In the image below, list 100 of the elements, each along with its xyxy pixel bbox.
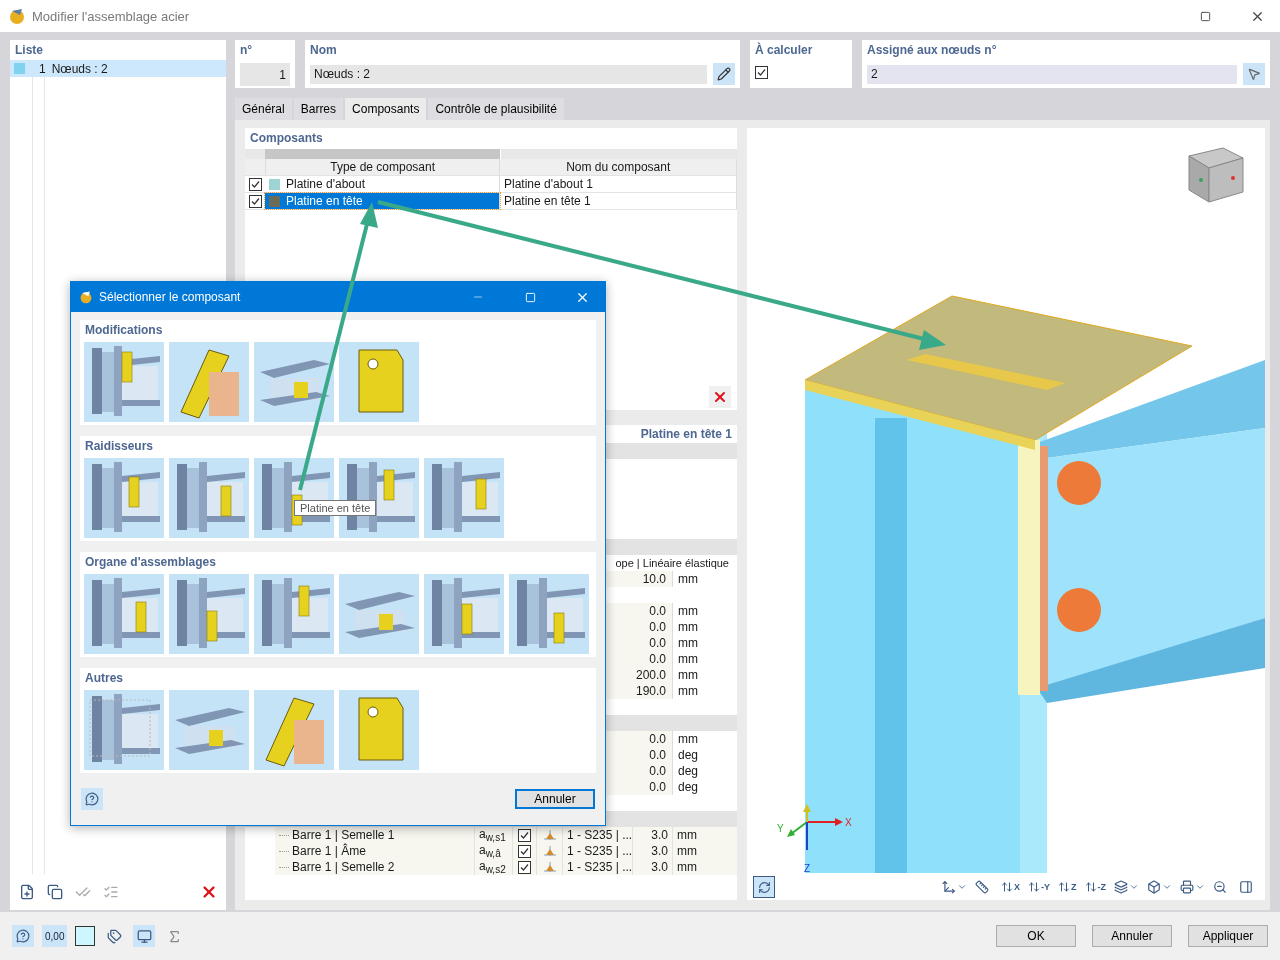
unit-label: mm	[677, 619, 699, 635]
view-direction-button[interactable]: -Y	[1026, 876, 1052, 898]
decimals-button[interactable]: 0,00	[42, 925, 68, 947]
delete-button[interactable]	[709, 386, 731, 408]
field-label: Assigné aux nœuds n°	[867, 42, 998, 58]
app-logo-icon	[8, 7, 26, 25]
axes-icon	[942, 880, 956, 894]
component-tile[interactable]	[339, 342, 419, 422]
list-item[interactable]: 1 Nœuds : 2	[10, 60, 226, 77]
field-label: Nom	[310, 42, 338, 58]
component-tile[interactable]	[339, 690, 419, 770]
tab[interactable]: Composants	[345, 98, 427, 120]
pick-pointer-button[interactable]	[1243, 63, 1265, 85]
app-logo-icon	[79, 290, 93, 304]
unit-label: mm	[677, 731, 699, 747]
maximize-icon	[524, 291, 536, 303]
section-title: Modifications	[84, 322, 164, 339]
dialog-title: Sélectionner le composant	[99, 290, 242, 304]
component-tile[interactable]	[84, 690, 164, 770]
help-icon	[85, 792, 99, 806]
view-direction-button[interactable]: X	[999, 876, 1022, 898]
component-tile[interactable]	[254, 690, 334, 770]
unit-label: mm	[677, 651, 699, 667]
panel-title: Liste	[14, 42, 44, 59]
component-tile[interactable]	[339, 458, 419, 538]
panel-icon	[1239, 880, 1253, 894]
row-checkbox[interactable]	[248, 194, 262, 208]
arrows-icon	[1001, 881, 1013, 893]
section-title: Platine en tête 1	[639, 426, 733, 443]
caret-icon	[1129, 882, 1139, 892]
calculate-checkbox[interactable]	[755, 66, 768, 79]
component-tile[interactable]	[169, 690, 249, 770]
component-tile[interactable]	[169, 574, 249, 654]
help-button[interactable]	[81, 788, 103, 810]
component-tile[interactable]	[254, 574, 334, 654]
color-button[interactable]	[75, 926, 96, 946]
component-tile[interactable]	[169, 458, 249, 538]
edit-icon	[717, 67, 731, 81]
panel-title: Composants	[249, 130, 324, 147]
tab[interactable]: Général	[235, 98, 292, 120]
ruler-icon	[975, 880, 989, 894]
unit-label: mm	[676, 827, 698, 843]
component-tile[interactable]	[84, 458, 164, 538]
component-tile[interactable]	[424, 574, 504, 654]
dialog-button[interactable]: Annuler	[1092, 925, 1172, 947]
cancel-button[interactable]: Annuler	[515, 789, 595, 809]
layers-icon	[1114, 880, 1128, 894]
section-title: Organe d'assemblages	[84, 554, 217, 571]
component-tile[interactable]	[84, 342, 164, 422]
number-field[interactable]: 1	[240, 63, 290, 86]
unit-label: deg	[677, 747, 700, 763]
display-button[interactable]	[133, 925, 156, 947]
item-number: 1	[39, 61, 46, 76]
component-tile[interactable]	[339, 574, 419, 654]
table-cell[interactable]: Platine en tête	[265, 193, 500, 209]
weld-value: 3.0	[633, 859, 673, 875]
delete-icon	[712, 389, 728, 405]
zoom-out-icon	[1213, 880, 1227, 894]
field-label: À calculer	[755, 42, 814, 58]
weld-checkbox[interactable]	[518, 828, 531, 842]
component-tile[interactable]	[254, 458, 334, 538]
weld-name: Barre 1 | Semelle 2	[275, 859, 475, 875]
name-field[interactable]: Nœuds : 2	[310, 64, 707, 84]
cube-icon	[1147, 880, 1161, 894]
unit-label: mm	[677, 635, 699, 651]
view-direction-button[interactable]: Z	[1056, 876, 1079, 898]
help-button[interactable]	[12, 925, 34, 947]
axis-label: Y	[777, 823, 784, 834]
component-type: Platine en tête	[286, 194, 363, 208]
component-tile[interactable]	[509, 574, 589, 654]
row-checkbox[interactable]	[248, 177, 262, 191]
new-file-icon	[19, 884, 35, 900]
dialog-button[interactable]: OK	[996, 925, 1076, 947]
unit-label: mm	[676, 859, 698, 875]
dialog-button[interactable]: Appliquer	[1188, 925, 1268, 947]
weld-checkbox[interactable]	[518, 860, 531, 874]
tab[interactable]: Contrôle de plausibilité	[428, 98, 564, 120]
view-sync-button[interactable]	[753, 876, 775, 898]
component-tile[interactable]	[254, 342, 334, 422]
column-header: Type de composant	[265, 159, 501, 175]
field-label: n°	[240, 42, 254, 58]
refresh-icon	[757, 880, 771, 894]
component-tile[interactable]	[84, 574, 164, 654]
tooltip: Platine en tête	[294, 500, 377, 516]
monitor-icon	[136, 928, 152, 944]
caret-icon	[1195, 882, 1205, 892]
axes-icon	[787, 804, 843, 851]
unit-label: mm	[677, 603, 699, 619]
weld-checkbox[interactable]	[518, 844, 531, 858]
nodes-field[interactable]: 2	[867, 64, 1237, 84]
edit-button[interactable]	[713, 63, 735, 85]
unit-label: deg	[677, 763, 700, 779]
checklist-icon	[103, 884, 119, 900]
property-value: ope | Linéaire élastique	[615, 556, 730, 571]
view-direction-button[interactable]: -Z	[1082, 876, 1108, 898]
component-tile[interactable]	[169, 342, 249, 422]
component-tile[interactable]	[424, 458, 504, 538]
unit-label: mm	[677, 683, 699, 699]
unit-label: mm	[677, 571, 699, 587]
tab[interactable]: Barres	[293, 98, 344, 120]
